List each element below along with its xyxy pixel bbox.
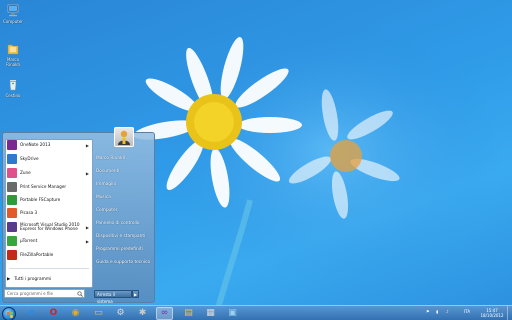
chrome-icon: ◉ [71,308,80,318]
taskbar-app-button[interactable]: ▤ [180,307,197,320]
desktop-icon-recycle-bin[interactable]: Cestino [2,78,24,99]
program-label: OneNote 2013 [20,141,51,147]
all-programs-label: Tutti i programmi [14,277,52,282]
clock-date: 18/10/2012 [480,313,504,318]
taskbar-app-button[interactable]: ▭ [90,307,107,320]
program-label: Picasa 3 [20,209,38,215]
program-label: FileZillaPortable [20,251,54,257]
avatar-figure-icon [118,130,130,145]
start-menu-link[interactable]: Programmi predefiniti [96,247,143,252]
program-label: Print Service Manager [20,183,67,189]
program-item[interactable]: SkyDrive [6,153,91,165]
submenu-arrow-icon[interactable]: ▶ [86,171,89,176]
program-label: µTorrent [20,237,38,243]
program-item[interactable]: µTorrent ▶ [6,235,91,247]
onenote-icon [7,140,17,150]
file-explorer-icon: ▭ [94,308,103,318]
search-placeholder: Cerca programmi e file [7,291,53,296]
filezilla-icon [7,250,17,260]
program-item[interactable]: Zune ▶ [6,167,91,179]
computer-icon [7,4,19,17]
desktop-icon-label: Cestino [5,93,21,98]
zune-icon [7,168,17,178]
desktop-icon-label: Computer [3,19,23,24]
shutdown-options-button[interactable]: ▶ [132,290,139,298]
program-label: SkyDrive [20,155,39,161]
program-item[interactable]: OneNote 2013 ▶ [6,139,91,151]
start-search-input[interactable]: Cerca programmi e file [4,289,85,298]
skydrive-icon [7,154,17,164]
windows-logo-icon [7,312,13,318]
program-item[interactable]: Picasa 3 [6,207,91,219]
submenu-arrow-icon[interactable]: ▶ [86,143,89,148]
network-tool-icon: ⚙ [116,308,125,318]
search-icon [77,291,83,297]
program-item[interactable]: FileZillaPortable [6,249,91,261]
shutdown-label: Arresta il sistema [97,292,115,304]
program-item[interactable]: Print Service Manager [6,181,91,193]
start-menu-link[interactable]: Musica [96,195,111,200]
desktop-icon-computer[interactable]: Computer [2,4,24,25]
program-label: Zune [20,169,31,175]
recycle-bin-icon [9,80,17,91]
triangle-right-icon: ▶ [7,277,11,282]
folder-icon: ▤ [184,308,193,318]
tray-network-icon[interactable]: ▮ [436,309,438,314]
opera-icon: O [49,308,58,318]
visual-studio-icon [7,222,17,232]
fscapture-icon [7,195,17,205]
visual-studio-icon: ∞ [160,308,169,318]
desktop-icon-label: Marco Rinaldi [6,57,20,67]
gear-app-icon: ✱ [138,308,147,318]
language-indicator[interactable]: ITA [464,309,470,314]
taskbar-app-button[interactable]: O [45,307,62,320]
start-menu-link[interactable]: Guida e supporto tecnico [96,260,150,265]
program-item[interactable]: Microsoft Visual Studio 2010 Express for… [6,221,91,233]
utorrent-icon [7,236,17,246]
taskbar-app-button[interactable]: ▦ [202,307,219,320]
taskbar-app-button[interactable]: ✱ [134,307,151,320]
start-menu-link[interactable]: Documenti [96,169,119,174]
user-avatar[interactable] [114,127,134,147]
internet-explorer-icon: e [28,308,35,318]
start-menu-link[interactable]: Pannello di controllo [96,221,140,226]
taskbar: e O ◉ ▭ ⚙ ✱ ∞ ▤ ▦ ▣ ⚑ ▮ ♪ ITA 15:47 18/10/2012 [0,305,512,320]
start-button[interactable] [2,307,16,320]
show-desktop-button[interactable] [507,306,512,320]
start-menu-link[interactable]: Computer [96,208,117,213]
image-viewer-icon: ▣ [228,308,237,318]
triangle-right-icon: ▶ [133,292,138,297]
submenu-arrow-icon[interactable]: ▶ [86,239,89,244]
taskbar-app-button[interactable]: ◉ [67,307,84,320]
printer-icon [7,182,17,192]
tray-flag-icon[interactable]: ⚑ [426,309,430,314]
taskbar-app-button[interactable]: e [23,307,40,320]
picasa-icon [7,208,17,218]
submenu-arrow-icon[interactable]: ▶ [86,225,89,230]
taskbar-clock[interactable]: 15:47 18/10/2012 [480,308,504,318]
user-folder-icon [7,44,19,55]
program-label: Portable FSCapture [20,196,61,202]
start-menu-link[interactable]: Immagini [96,182,116,187]
taskbar-app-button[interactable]: ▣ [224,307,241,320]
desktop-icon-user-folder[interactable]: Marco Rinaldi [2,42,24,67]
tray-volume-icon[interactable]: ♪ [446,309,449,314]
calculator-icon: ▦ [206,308,215,318]
taskbar-app-button[interactable]: ∞ [156,307,173,320]
start-menu-link[interactable]: Dispositivi e stampanti [96,234,145,239]
program-item[interactable]: Portable FSCapture [6,194,91,206]
taskbar-app-button[interactable]: ⚙ [112,307,129,320]
start-menu-separator [9,268,89,269]
start-menu-link[interactable]: Marco Rinaldi [96,156,125,161]
all-programs-button[interactable]: ▶ Tutti i programmi [7,277,51,282]
program-label: Microsoft Visual Studio 2010 Express for… [20,221,80,231]
shutdown-button[interactable]: Arresta il sistema [94,290,132,304]
